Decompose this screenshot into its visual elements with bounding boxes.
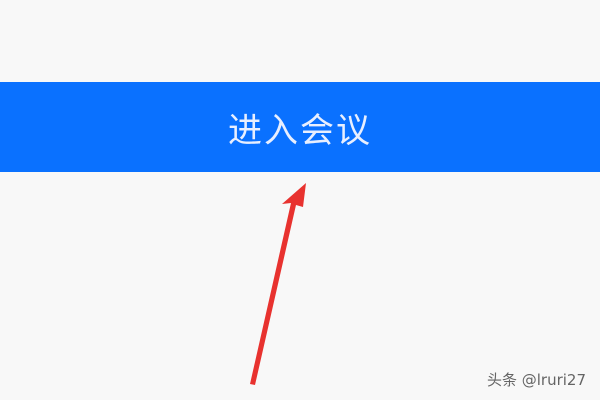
watermark-text: 头条 @lruri27 [486,371,586,389]
join-meeting-button[interactable]: 进入会议 [0,82,600,172]
red-arrow-icon [250,183,306,385]
screen: 进入会议 头条 @lruri27 [0,0,600,400]
join-meeting-label: 进入会议 [228,110,372,151]
watermark: 头条 @lruri27 [487,369,586,390]
